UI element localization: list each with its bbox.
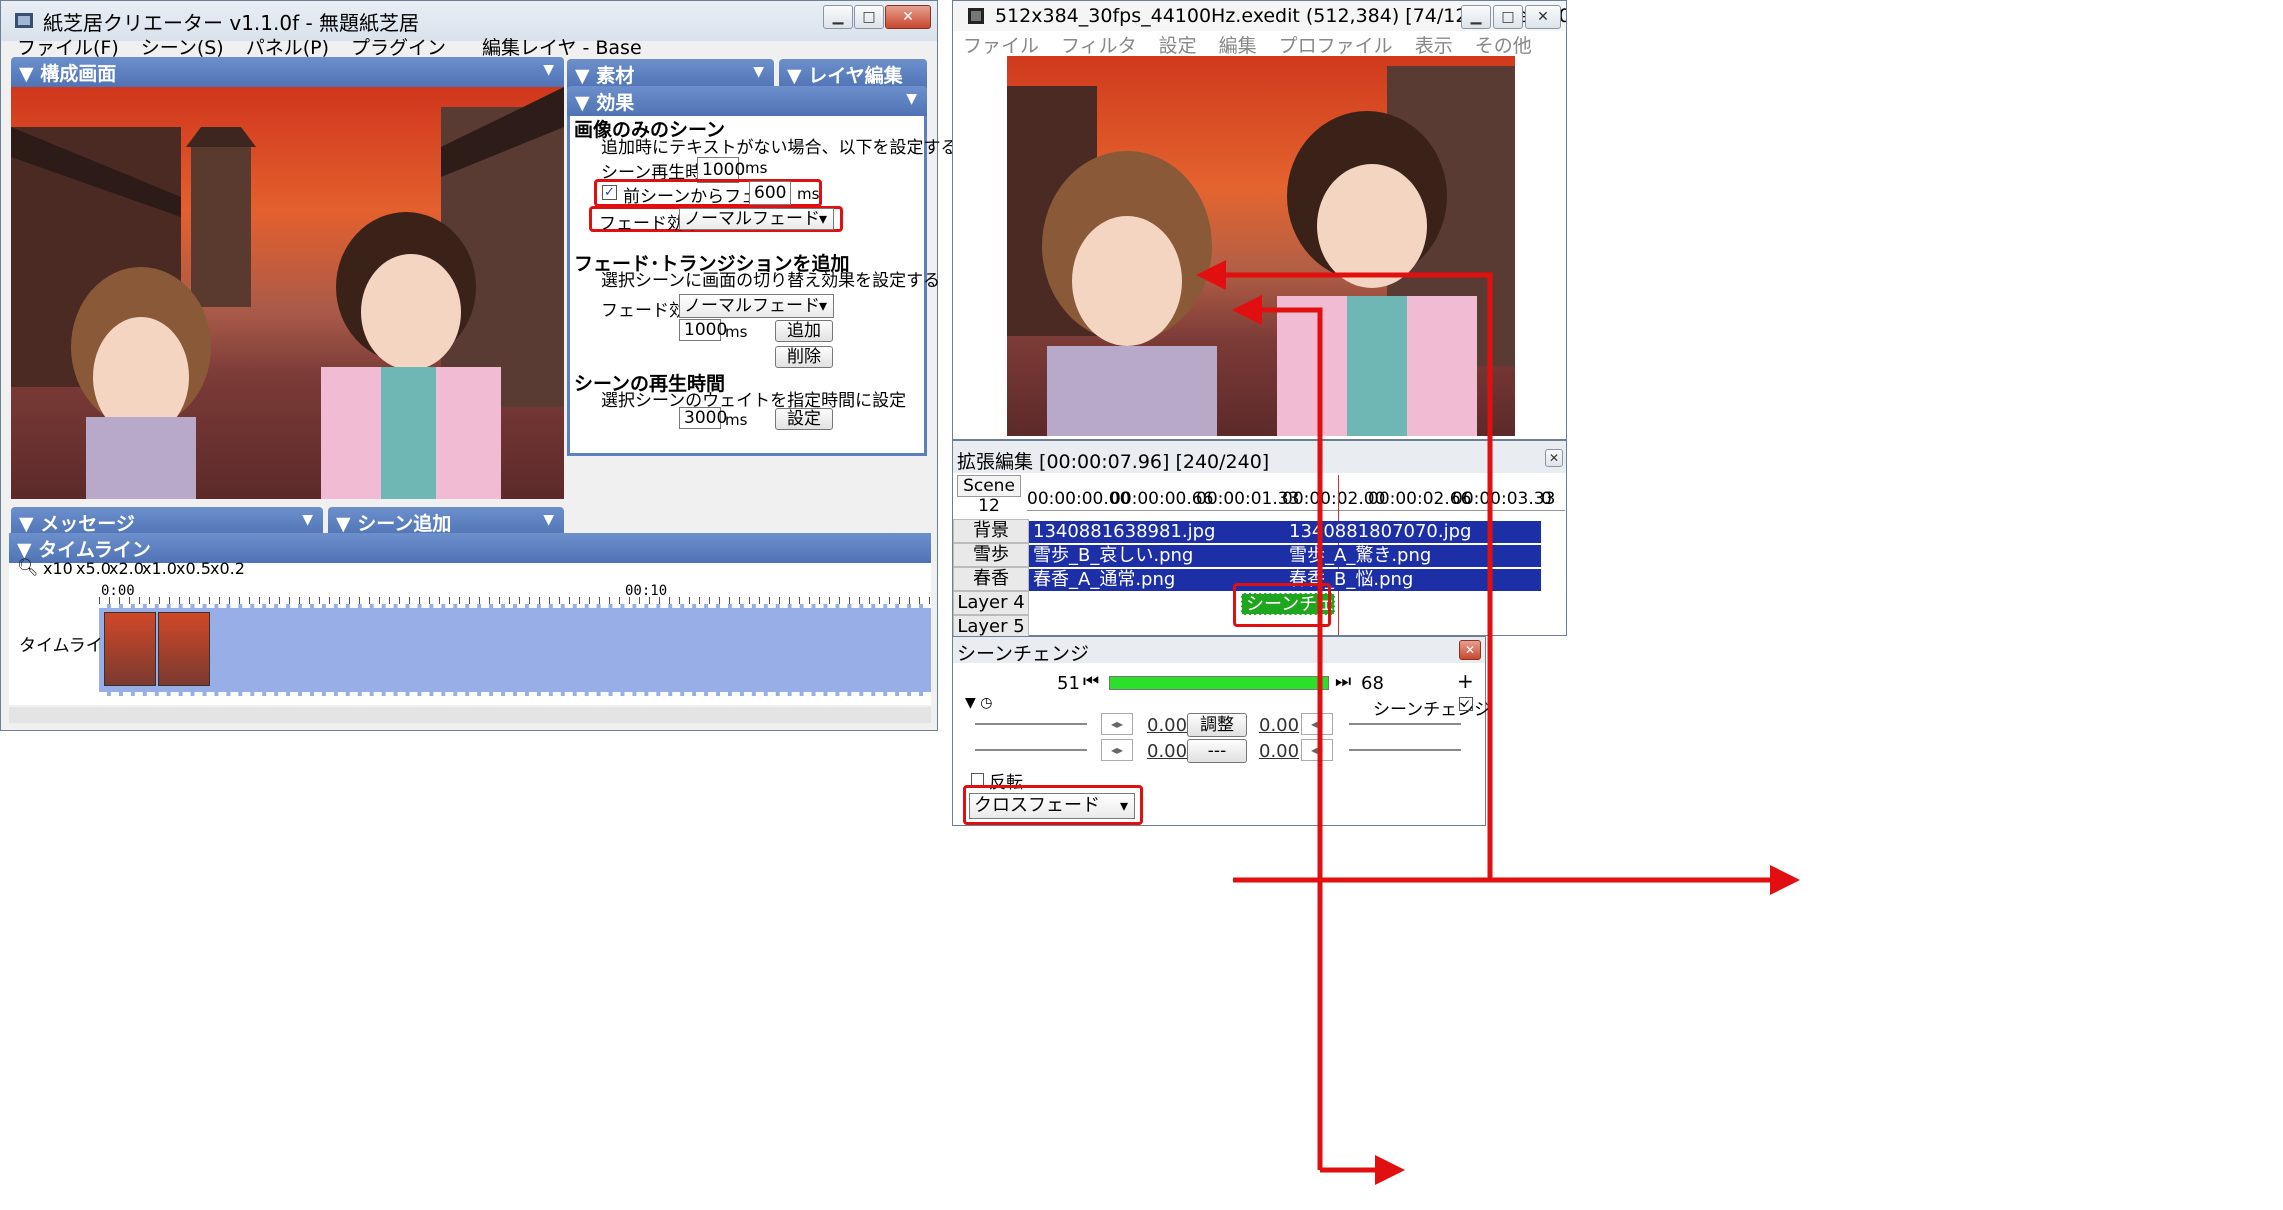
connector-arrows xyxy=(1196,260,1800,1185)
arrowhead xyxy=(1196,260,1226,290)
arrow-to-fade-checkbox xyxy=(1200,272,1493,880)
arrowhead xyxy=(1770,865,1800,895)
arrowhead xyxy=(1232,295,1262,325)
arrow-to-fade-effect xyxy=(1238,307,1323,1170)
arrowhead xyxy=(1375,1155,1405,1185)
